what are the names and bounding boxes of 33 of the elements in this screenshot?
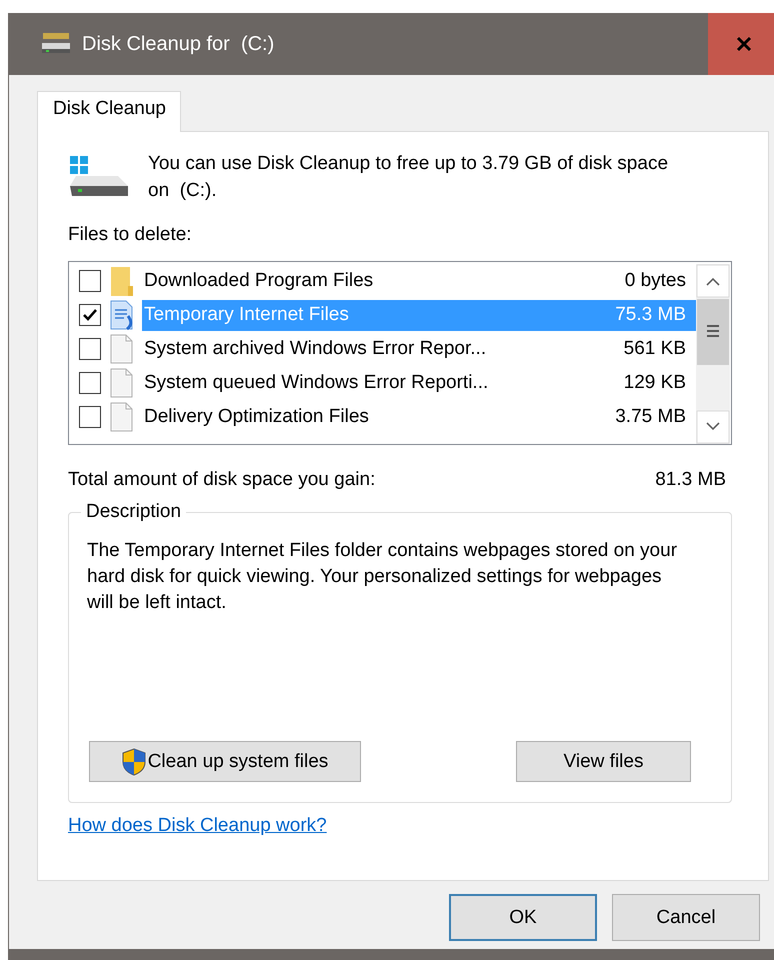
dialog-button[interactable]: OK [449,894,597,941]
description-text: The Temporary Internet Files folder contains webpages stored on your hard disk for quick viewing. Your personalized settings for webpages will be left intact. [87,539,678,615]
file-list-item[interactable]: System queued Windows Error Reporti... 129 KB [142,368,696,398]
button[interactable]: View files [516,741,691,782]
window-title: Disk Cleanup for (C:) [82,32,274,56]
file-list-item[interactable]: Downloaded Program Files 0 bytes [142,266,696,296]
folder-icon [110,266,134,296]
scrollbar-drawing[interactable] [696,264,730,444]
intro-text: You can use Disk Cleanup to free up to 3.79 GB of disk space on (C:). [148,152,668,203]
tab[interactable]: Disk Cleanup [37,91,181,132]
files-label: Files to delete: [68,224,193,246]
checkbox[interactable] [79,338,101,360]
help-link[interactable]: How does Disk Cleanup work? [68,815,327,836]
button[interactable]: Clean up system files [89,741,361,782]
checkbox[interactable] [79,372,101,394]
close-button[interactable] [708,13,774,75]
group-title: Description [81,501,186,523]
close-icon [736,36,752,52]
total-label: Total amount of disk space you gain: [68,469,376,491]
file-list-item[interactable]: System archived Windows Error Repor... 561 KB [142,334,696,364]
drive-icon [40,32,72,56]
file-icon [110,368,134,398]
total-value: 81.3 MB [655,469,726,491]
dialog-button[interactable]: Cancel [612,894,760,941]
document-icon [110,300,134,330]
checkbox[interactable] [79,270,101,292]
checkbox[interactable] [79,406,101,428]
file-list-item[interactable]: Delivery Optimization Files 3.75 MB [142,402,696,432]
checkbox[interactable] [79,304,101,326]
file-icon [110,402,134,432]
file-icon [110,334,134,364]
shield-icon [122,748,146,776]
drive-icon [68,154,130,198]
